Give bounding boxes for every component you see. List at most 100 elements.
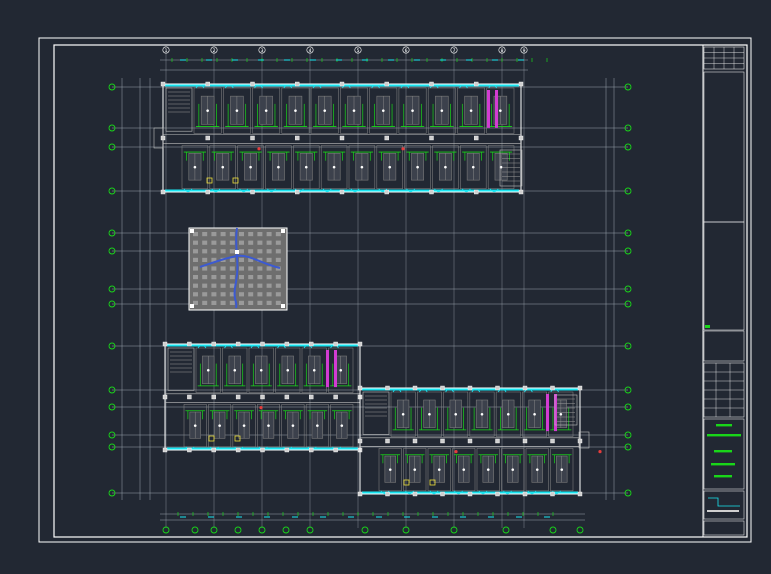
structural-column bbox=[495, 438, 500, 444]
room-module bbox=[369, 84, 398, 134]
light-fixture bbox=[454, 412, 458, 416]
seat-block bbox=[248, 240, 254, 245]
structural-column bbox=[211, 394, 216, 400]
room-module bbox=[525, 448, 549, 495]
structural-column bbox=[440, 491, 445, 497]
title-block bbox=[702, 44, 748, 538]
room-module bbox=[348, 145, 376, 193]
room-module bbox=[432, 145, 459, 193]
structural-column bbox=[235, 394, 241, 400]
grid-bubble-bottom bbox=[502, 526, 510, 534]
grid-bubble-bottom bbox=[234, 526, 242, 534]
project-title-bar bbox=[716, 424, 732, 427]
structural-column bbox=[295, 189, 300, 195]
grid-bubble-label: 5 bbox=[357, 48, 360, 54]
room-module bbox=[457, 84, 485, 134]
structural-column bbox=[187, 394, 192, 400]
structural-column bbox=[518, 81, 524, 87]
project-title-bar bbox=[707, 434, 741, 437]
structural-column bbox=[333, 447, 338, 453]
structural-column bbox=[339, 81, 345, 87]
seat-block bbox=[275, 240, 281, 245]
structural-column bbox=[260, 394, 265, 400]
light-fixture bbox=[388, 165, 392, 169]
light-fixture bbox=[323, 109, 327, 112]
structural-column bbox=[518, 189, 524, 195]
seat-block bbox=[275, 232, 281, 237]
logo-panel bbox=[703, 490, 745, 520]
seat-block bbox=[266, 283, 272, 288]
logo-text-bar bbox=[707, 510, 739, 512]
structural-column bbox=[474, 189, 479, 195]
structural-column bbox=[187, 341, 192, 347]
room-module bbox=[183, 404, 207, 451]
room-module bbox=[550, 448, 574, 495]
seat-block bbox=[257, 283, 263, 288]
seat-block bbox=[220, 232, 226, 237]
floor-plan-hall-block bbox=[188, 227, 288, 311]
light-fixture bbox=[511, 468, 515, 471]
structural-column bbox=[281, 304, 285, 308]
seat-block bbox=[275, 249, 281, 254]
structural-column bbox=[429, 81, 434, 87]
room-module bbox=[301, 344, 327, 393]
seat-block bbox=[239, 232, 244, 237]
seat-block bbox=[220, 240, 226, 245]
light-fixture bbox=[499, 109, 502, 112]
structural-column bbox=[205, 135, 210, 141]
structural-column bbox=[550, 438, 555, 444]
structural-column bbox=[235, 250, 239, 254]
structural-column bbox=[495, 491, 500, 497]
room-module bbox=[209, 145, 236, 193]
structural-column bbox=[550, 491, 555, 497]
structural-column bbox=[211, 341, 216, 347]
seat-block bbox=[275, 275, 281, 280]
seat-block bbox=[266, 232, 272, 237]
seat-block bbox=[248, 275, 254, 280]
seat-block bbox=[248, 232, 254, 237]
stair-core bbox=[165, 87, 193, 132]
room-module bbox=[275, 344, 301, 393]
stair-core bbox=[167, 347, 195, 391]
room-module bbox=[501, 448, 525, 495]
room-module bbox=[320, 145, 348, 193]
structural-column bbox=[474, 81, 479, 87]
room-module bbox=[248, 344, 274, 393]
structural-column bbox=[384, 135, 389, 141]
seat-block bbox=[257, 300, 263, 305]
seat-block bbox=[202, 275, 208, 280]
seat-block bbox=[275, 300, 281, 305]
structural-column bbox=[333, 341, 338, 347]
room-module bbox=[486, 84, 515, 134]
structural-column bbox=[550, 385, 555, 391]
room-module bbox=[452, 448, 476, 495]
grid-bubble-label: 8 bbox=[501, 48, 504, 54]
light-fixture bbox=[259, 368, 263, 372]
room-module bbox=[281, 84, 310, 134]
room-module bbox=[252, 84, 281, 134]
room-module bbox=[223, 84, 251, 134]
light-fixture bbox=[444, 165, 447, 169]
structural-column bbox=[429, 135, 434, 141]
room-module bbox=[476, 448, 500, 495]
light-fixture bbox=[294, 109, 297, 112]
light-fixture bbox=[560, 468, 564, 471]
seat-block bbox=[193, 275, 198, 280]
structural-column bbox=[522, 438, 528, 444]
room-module bbox=[281, 404, 305, 451]
light-fixture bbox=[559, 412, 563, 416]
light-fixture bbox=[316, 424, 319, 427]
seat-block bbox=[229, 266, 235, 271]
electrical-panel bbox=[554, 394, 557, 432]
structural-column bbox=[412, 491, 418, 497]
light-fixture bbox=[193, 424, 197, 427]
light-fixture bbox=[267, 424, 270, 427]
seat-block bbox=[229, 257, 235, 262]
seat-block bbox=[229, 275, 235, 280]
seat-block bbox=[248, 249, 254, 254]
seat-block bbox=[211, 266, 217, 271]
room-module bbox=[403, 448, 427, 495]
seat-block bbox=[257, 249, 263, 254]
structural-column bbox=[160, 189, 166, 195]
floor-plan-south-wing-west bbox=[162, 341, 407, 453]
